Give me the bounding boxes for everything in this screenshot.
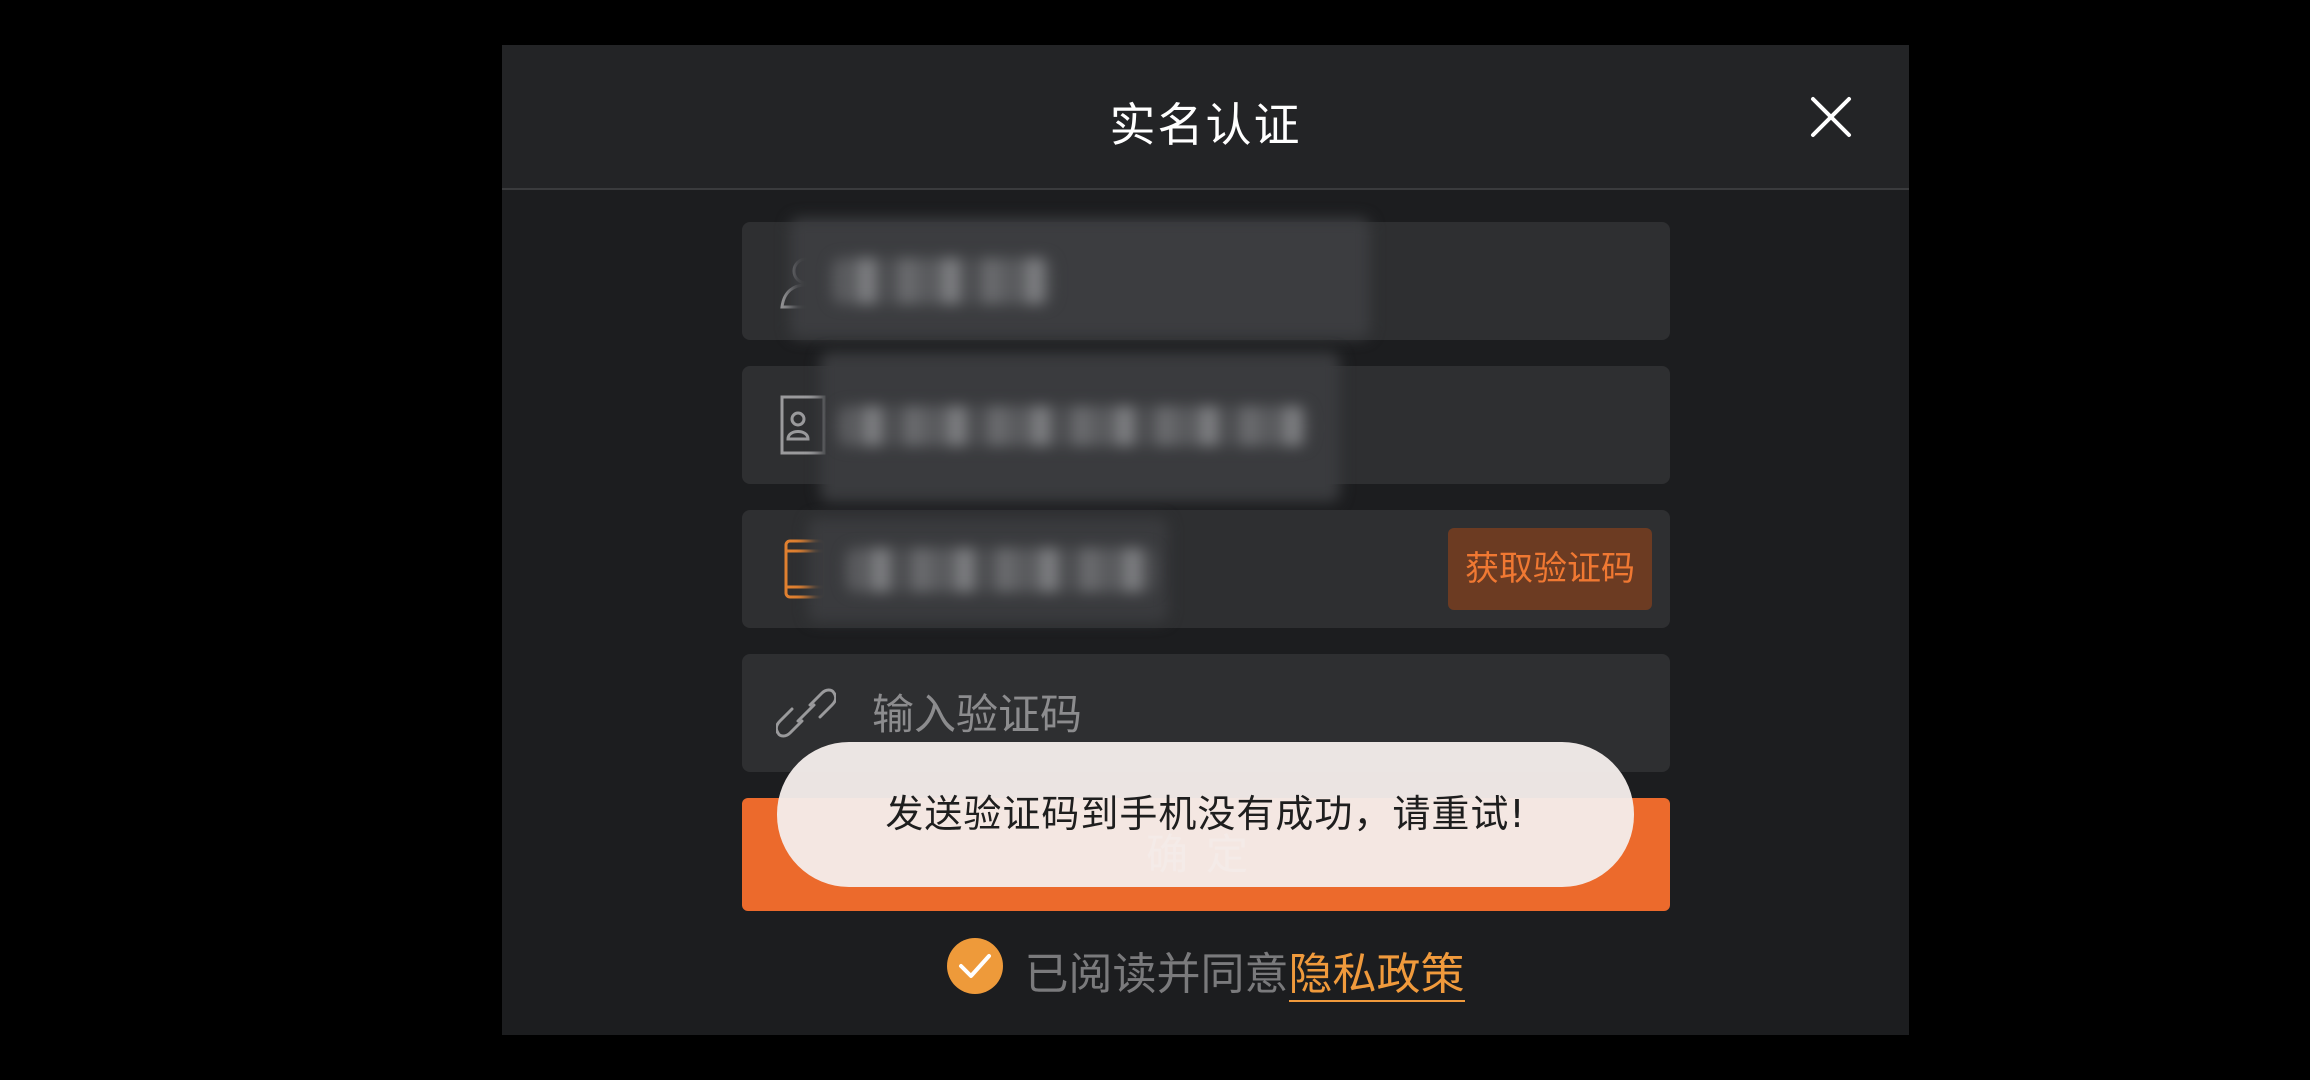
link-icon xyxy=(774,683,838,743)
name-field[interactable] xyxy=(742,218,1670,340)
agreement-row: 已阅读并同意隐私政策 xyxy=(502,938,1909,1002)
phone-field[interactable]: 获取验证码 xyxy=(742,510,1670,628)
verification-code-input[interactable] xyxy=(870,678,1574,750)
privacy-policy-link[interactable]: 隐私政策 xyxy=(1288,949,1465,1002)
agreement-text: 已阅读并同意 xyxy=(1024,949,1289,1000)
agreement-checkbox[interactable] xyxy=(946,938,1003,994)
dialog-header: 实名认证 xyxy=(502,45,1909,190)
check-icon xyxy=(958,954,991,978)
id-number-field[interactable]: 5 xyxy=(742,352,1670,502)
close-icon[interactable] xyxy=(1807,93,1855,141)
dialog-title: 实名认证 xyxy=(1109,98,1302,152)
error-toast: 发送验证码到手机没有成功，请重试! xyxy=(777,742,1634,887)
get-code-button[interactable]: 获取验证码 xyxy=(1448,528,1652,610)
